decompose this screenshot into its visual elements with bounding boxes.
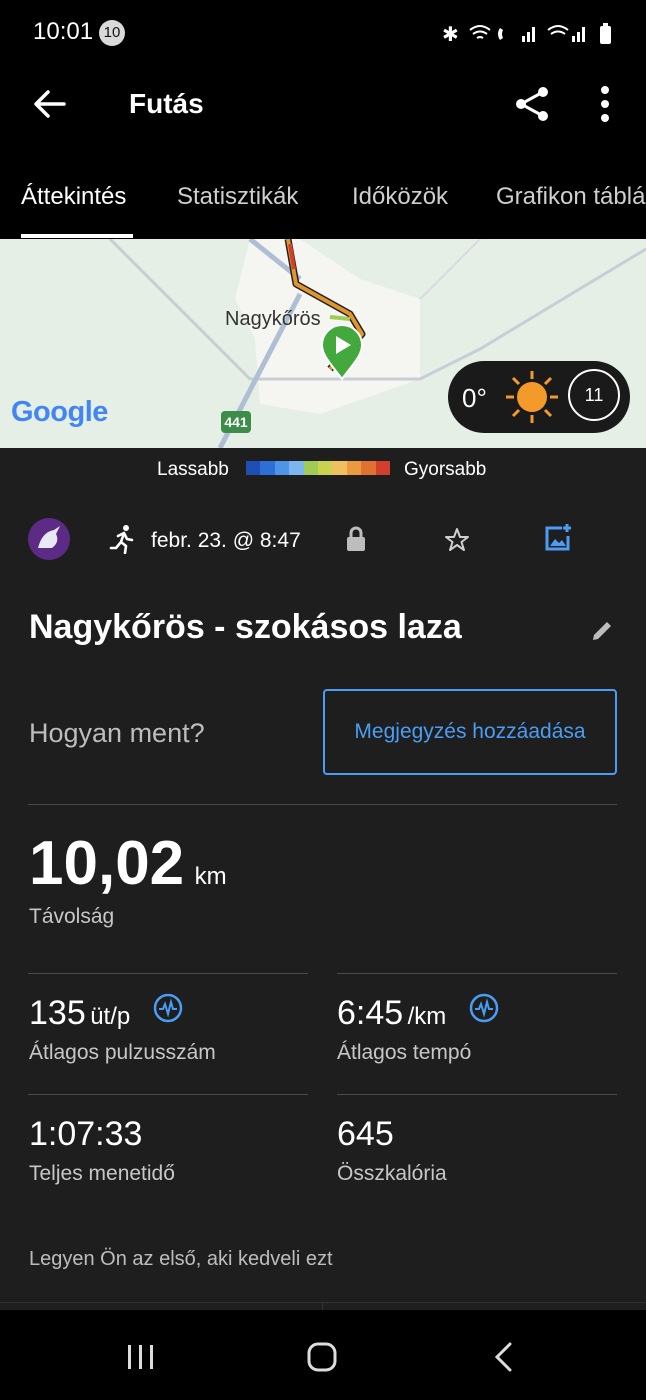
legend-swatch — [361, 461, 376, 475]
route-map[interactable]: Nagykőrös 441 Google 0° 11 — [0, 239, 646, 448]
star-icon[interactable] — [444, 527, 470, 553]
legend-swatch — [303, 461, 319, 475]
legend-faster: Gyorsabb — [404, 459, 487, 480]
legend-swatch — [332, 461, 347, 475]
running-icon — [109, 525, 134, 554]
legend-swatch — [246, 461, 261, 475]
duration-label: Teljes menetidő — [29, 1162, 175, 1185]
heart-rate-stat: 135 üt/p — [29, 994, 130, 1033]
activity-date: febr. 23. @ 8:47 — [151, 529, 301, 552]
distance-value: 10,02 — [29, 829, 185, 898]
calories-label: Összkalória — [337, 1162, 447, 1185]
pace-legend: Lassabb Gyorsabb — [0, 448, 646, 498]
sun-icon — [506, 371, 558, 423]
page-title: Futás — [129, 88, 204, 119]
legend-swatch — [274, 461, 290, 475]
divider — [337, 1094, 617, 1095]
wind-speed: 11 — [584, 385, 604, 405]
tab-statistics[interactable]: Statisztikák — [177, 183, 298, 211]
system-back-icon[interactable] — [492, 1342, 516, 1372]
legend-swatch — [375, 461, 391, 475]
heart-rate-unit: üt/p — [90, 1003, 131, 1030]
like-prompt[interactable]: Legyen Ön az első, aki kedveli ezt — [29, 1248, 333, 1271]
divider — [322, 1302, 323, 1310]
map-city-label: Nagykőrös — [225, 308, 321, 330]
road-number: 441 — [224, 414, 248, 430]
divider — [0, 1302, 646, 1303]
legend-swatch — [346, 461, 362, 475]
divider — [28, 1094, 308, 1095]
start-marker-icon — [320, 325, 364, 381]
add-note-button[interactable]: Megjegyzés hozzáadása — [323, 689, 617, 775]
lock-icon[interactable] — [344, 525, 368, 553]
pace-value: 6:45 — [337, 994, 404, 1032]
tab-intervals[interactable]: Időközök — [352, 183, 448, 211]
edit-pencil-icon[interactable] — [589, 618, 615, 644]
legend-swatch — [318, 461, 333, 475]
distance-unit: km — [194, 863, 227, 890]
weather-widget[interactable]: 0° 11 — [448, 361, 630, 433]
avatar[interactable] — [28, 518, 70, 560]
divider — [28, 804, 617, 805]
recent-apps-icon[interactable] — [126, 1343, 156, 1371]
battery-icon — [600, 26, 611, 44]
distance-stat: 10,02 km — [29, 828, 227, 899]
legend-slower: Lassabb — [157, 459, 229, 480]
notification-badge: 10 — [99, 20, 125, 46]
legend-swatch — [260, 461, 275, 475]
legend-color-bar — [246, 461, 391, 475]
pace-stat: 6:45 /km — [337, 994, 446, 1033]
wifi-icon — [469, 25, 491, 39]
pace-label: Átlagos tempó — [337, 1041, 472, 1064]
wifi-call-icon — [547, 25, 569, 35]
back-arrow-icon[interactable] — [30, 84, 70, 124]
heart-rate-label: Átlagos pulzusszám — [29, 1041, 216, 1064]
distance-label: Távolság — [29, 905, 115, 928]
tab-charts[interactable]: Grafikon táblá — [496, 183, 645, 211]
pace-unit: /km — [407, 1003, 447, 1030]
google-logo: Google — [11, 396, 108, 428]
pace-detail-icon[interactable] — [469, 993, 499, 1023]
more-options-icon[interactable] — [592, 82, 618, 126]
system-nav-bar — [0, 1310, 646, 1400]
divider — [337, 973, 617, 974]
temperature: 0° — [462, 383, 487, 413]
add-photo-icon[interactable] — [544, 522, 572, 552]
legend-swatch — [289, 461, 304, 475]
active-tab-indicator — [21, 234, 133, 238]
heart-rate-detail-icon[interactable] — [153, 993, 183, 1023]
feeling-prompt: Hogyan ment? — [29, 718, 205, 748]
status-icons: ✱ — [442, 22, 611, 46]
calories-value: 645 — [337, 1115, 394, 1153]
duration-value: 1:07:33 — [29, 1115, 143, 1153]
call-icon — [498, 28, 503, 40]
divider — [28, 973, 308, 974]
activity-name: Nagykőrös - szokásos laza — [29, 608, 462, 646]
tab-overview[interactable]: Áttekintés — [21, 183, 126, 211]
home-icon[interactable] — [307, 1342, 337, 1372]
heart-rate-value: 135 — [29, 994, 86, 1032]
share-icon[interactable] — [510, 82, 554, 126]
bluetooth-icon: ✱ — [442, 22, 459, 46]
status-time: 10:01 — [33, 18, 94, 45]
